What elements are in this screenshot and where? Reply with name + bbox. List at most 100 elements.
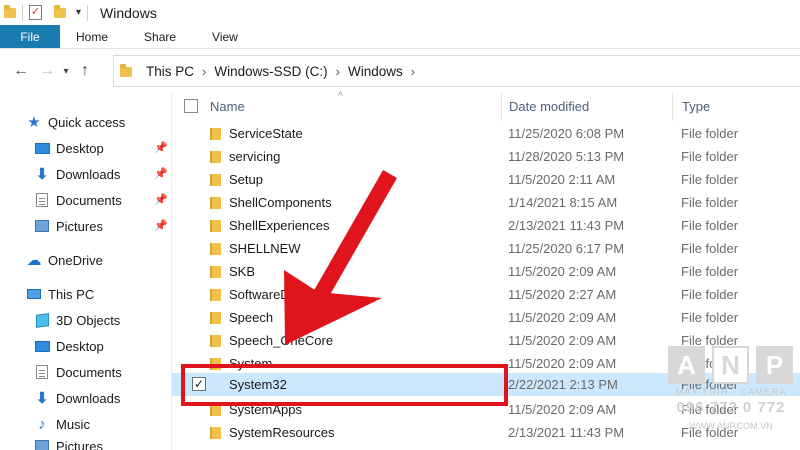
- sidebar-item-documents[interactable]: Documents: [34, 361, 122, 383]
- column-header-name[interactable]: Name: [210, 99, 245, 114]
- tab-home[interactable]: Home: [60, 25, 126, 48]
- sidebar-item-label: Documents: [56, 364, 122, 380]
- sidebar-item-label: Documents: [56, 192, 122, 208]
- sidebar-item-pictures[interactable]: Pictures 📌: [34, 215, 170, 237]
- folder-icon: [210, 220, 221, 232]
- file-type: File folder: [681, 218, 739, 233]
- sidebar-item-label: 3D Objects: [56, 312, 121, 328]
- folder-icon: [210, 151, 221, 163]
- folder-icon: [210, 427, 221, 439]
- tab-view[interactable]: View: [194, 25, 256, 48]
- separator: [87, 4, 89, 21]
- table-row[interactable]: ServiceState 11/25/2020 6:08 PM File fol…: [172, 122, 800, 145]
- column-header-date[interactable]: Date modified: [509, 99, 589, 114]
- folder-icon: [120, 64, 132, 77]
- desktop-icon: [34, 339, 50, 353]
- tab-file[interactable]: File: [0, 25, 60, 48]
- sidebar-item-quick-access[interactable]: ★ Quick access: [26, 111, 125, 133]
- file-date: 11/5/2020 2:09 AM: [508, 356, 617, 371]
- sidebar-item-downloads[interactable]: ⬇ Downloads: [34, 387, 121, 409]
- annotation-arrow-icon: [284, 170, 397, 345]
- forward-icon[interactable]: →: [34, 56, 60, 86]
- chevron-right-icon[interactable]: ›: [336, 64, 340, 79]
- navigation-pane: ★ Quick access Desktop 📌 ⬇ Downloads 📌 D…: [0, 93, 172, 450]
- file-type: File folder: [681, 149, 739, 164]
- sidebar-item-label: This PC: [48, 286, 95, 302]
- sidebar-item-music[interactable]: ♪ Music: [34, 413, 90, 435]
- sidebar-item-label: OneDrive: [48, 252, 103, 268]
- chevron-right-icon[interactable]: ›: [202, 64, 206, 79]
- folder-icon: [210, 335, 221, 347]
- file-type: File folder: [681, 126, 739, 141]
- sidebar-item-onedrive[interactable]: ☁ OneDrive: [26, 249, 103, 271]
- sidebar-item-downloads[interactable]: ⬇ Downloads 📌: [34, 163, 170, 185]
- download-icon: ⬇: [35, 390, 49, 407]
- pin-icon[interactable]: 📌: [154, 141, 168, 154]
- folder-icon: [210, 266, 221, 278]
- file-type: File folder: [681, 172, 739, 187]
- column-header-type[interactable]: Type: [682, 99, 710, 114]
- properties-icon[interactable]: ✓: [29, 0, 42, 25]
- document-icon: [34, 365, 50, 379]
- logo-phone: 096 772 0 772: [676, 399, 786, 416]
- breadcrumb-drive[interactable]: Windows-SSD (C:): [214, 64, 327, 79]
- file-name: SystemResources: [229, 425, 335, 440]
- navigation-bar: ← → ▾ ↑ This PC › Windows-SSD (C:) › Win…: [0, 49, 800, 93]
- file-type: File folder: [681, 241, 739, 256]
- logo-letter: N: [712, 346, 749, 384]
- sidebar-item-label: Desktop: [56, 140, 104, 156]
- sidebar-item-documents[interactable]: Documents 📌: [34, 189, 170, 211]
- pin-icon[interactable]: 📌: [154, 193, 168, 206]
- sort-ascending-icon: ^: [338, 91, 343, 102]
- breadcrumb-this-pc[interactable]: This PC: [146, 64, 194, 79]
- folder-icon: [210, 312, 221, 324]
- folder-icon: [210, 128, 221, 140]
- address-bar[interactable]: This PC › Windows-SSD (C:) › Windows ›: [113, 55, 800, 87]
- recent-locations-icon[interactable]: ▾: [60, 56, 72, 86]
- file-date: 11/5/2020 2:09 AM: [508, 402, 617, 417]
- file-date: 2/13/2021 11:43 PM: [508, 218, 625, 233]
- sidebar-item-desktop[interactable]: Desktop 📌: [34, 137, 170, 159]
- pin-icon[interactable]: 📌: [154, 219, 168, 232]
- sidebar-item-label: Quick access: [48, 114, 126, 130]
- up-icon[interactable]: ↑: [72, 56, 98, 86]
- file-date: 11/28/2020 5:13 PM: [508, 149, 625, 164]
- star-icon: ★: [27, 114, 41, 131]
- logo-letter: A: [668, 346, 705, 384]
- folder-icon[interactable]: [4, 0, 16, 25]
- sidebar-item-pictures[interactable]: Pictures: [34, 439, 103, 450]
- ribbon-tabs: File Home Share View: [0, 25, 800, 49]
- customize-quick-access-icon[interactable]: ▾: [76, 0, 81, 25]
- sidebar-item-desktop[interactable]: Desktop: [34, 335, 104, 357]
- sidebar-item-label: Pictures: [56, 439, 103, 450]
- download-icon: ⬇: [35, 166, 49, 183]
- file-date: 11/5/2020 2:27 AM: [508, 287, 617, 302]
- column-divider[interactable]: [672, 93, 673, 121]
- sidebar-item-label: Music: [56, 416, 90, 432]
- chevron-right-icon[interactable]: ›: [411, 64, 415, 79]
- document-icon: [34, 193, 50, 207]
- sidebar-item-3d-objects[interactable]: 3D Objects: [34, 309, 120, 331]
- back-icon[interactable]: ←: [8, 56, 34, 86]
- file-date: 11/5/2020 2:11 AM: [508, 172, 616, 187]
- sidebar-item-label: Desktop: [56, 338, 104, 354]
- file-type: File folder: [681, 287, 739, 302]
- select-all-checkbox[interactable]: [184, 99, 198, 113]
- new-folder-icon[interactable]: [54, 0, 66, 25]
- logo-tagline: MÁY TÍNH - CAMERA: [675, 387, 787, 398]
- column-divider[interactable]: [501, 93, 502, 121]
- logo-letter: P: [756, 346, 793, 384]
- folder-icon: [210, 197, 221, 209]
- picture-icon: [34, 439, 50, 450]
- sidebar-item-label: Downloads: [56, 390, 121, 406]
- folder-icon: [210, 289, 221, 301]
- tab-share[interactable]: Share: [126, 25, 194, 48]
- breadcrumb-windows[interactable]: Windows: [348, 64, 403, 79]
- file-type: File folder: [681, 264, 739, 279]
- pin-icon[interactable]: 📌: [154, 167, 168, 180]
- logo-url: WWW.ANP.COM.VN: [689, 421, 773, 431]
- picture-icon: [34, 219, 50, 233]
- sidebar-item-this-pc[interactable]: This PC: [26, 283, 94, 305]
- file-date: 11/25/2020 6:17 PM: [508, 241, 625, 256]
- file-date: 11/5/2020 2:09 AM: [508, 333, 617, 348]
